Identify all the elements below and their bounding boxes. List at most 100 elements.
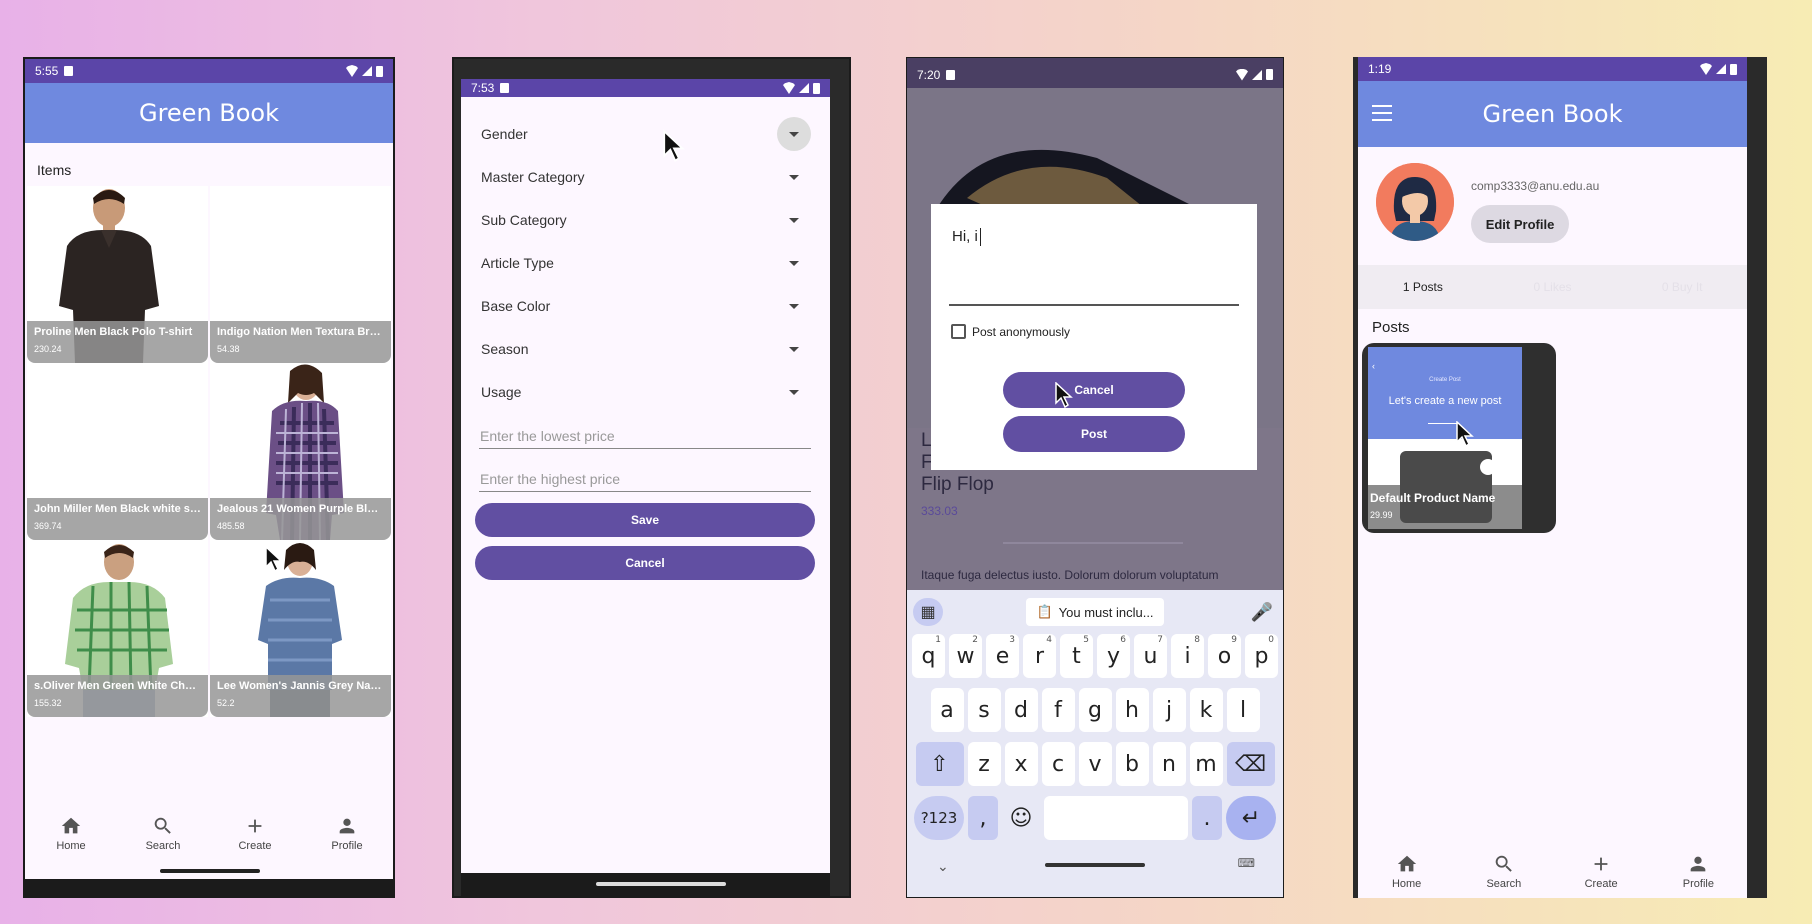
tab-posts[interactable]: 1 Posts — [1358, 265, 1488, 309]
chevron-down-icon[interactable] — [777, 289, 811, 323]
cancel-button[interactable]: Cancel — [475, 546, 815, 580]
key-u[interactable]: u7 — [1134, 634, 1167, 678]
comment-input[interactable]: Hi, i — [949, 224, 1239, 306]
key-q[interactable]: q1 — [912, 634, 945, 678]
key-t[interactable]: t5 — [1060, 634, 1093, 678]
key-n[interactable]: n — [1152, 742, 1186, 786]
nav-profile[interactable]: Profile — [312, 815, 382, 852]
dropdown-label: Master Category — [481, 169, 585, 185]
key-d[interactable]: d — [1004, 688, 1038, 732]
comma-key[interactable]: , — [968, 796, 998, 840]
key-w[interactable]: w2 — [949, 634, 982, 678]
nav-create[interactable]: Create — [220, 815, 290, 852]
avatar[interactable] — [1376, 163, 1454, 241]
nav-home[interactable]: Home — [1372, 853, 1442, 890]
dropdown-article-type[interactable]: Article Type — [481, 242, 811, 284]
key-a[interactable]: a — [930, 688, 964, 732]
item-card[interactable]: Indigo Nation Men Textura Bro... 54.38 — [210, 186, 391, 363]
chevron-down-icon[interactable] — [777, 160, 811, 194]
lowest-price-input[interactable]: Enter the lowest price — [479, 419, 811, 449]
chevron-down-icon[interactable] — [777, 332, 811, 366]
wifi-icon — [783, 82, 795, 94]
tab-likes[interactable]: 0 Likes — [1488, 265, 1618, 309]
key-b[interactable]: b — [1115, 742, 1149, 786]
dropdown-usage[interactable]: Usage — [481, 371, 811, 413]
dropdown-gender[interactable]: Gender — [481, 113, 811, 155]
chevron-down-icon[interactable] — [777, 375, 811, 409]
post-product-name: Default Product Name — [1370, 491, 1496, 505]
space-key[interactable] — [1044, 796, 1188, 840]
key-f[interactable]: f — [1041, 688, 1075, 732]
key-o[interactable]: o9 — [1208, 634, 1241, 678]
key-m[interactable]: m — [1189, 742, 1223, 786]
dropdown-label: Gender — [481, 126, 528, 142]
microphone-icon[interactable]: 🎤 — [1247, 602, 1277, 623]
signal-icon — [1252, 69, 1262, 80]
key-g[interactable]: g — [1078, 688, 1112, 732]
battery-icon — [376, 65, 383, 77]
item-price: 485.58 — [217, 521, 245, 531]
grid-icon[interactable]: ▦ — [913, 598, 943, 626]
thumbnail-header — [1368, 347, 1522, 439]
menu-icon[interactable] — [1372, 105, 1392, 121]
nav-home-label: Home — [1391, 878, 1422, 890]
item-card[interactable]: Proline Men Black Polo T-shirt 230.24 — [27, 186, 208, 363]
signal-icon — [799, 83, 809, 93]
key-j[interactable]: j — [1152, 688, 1186, 732]
key-l[interactable]: l — [1226, 688, 1260, 732]
item-card[interactable]: s.Oliver Men Green White Chec... 155.32 — [27, 540, 208, 717]
nav-search[interactable]: Search — [1469, 853, 1539, 890]
post-button[interactable]: Post — [1003, 416, 1185, 452]
dropdown-season[interactable]: Season — [481, 328, 811, 370]
chevron-down-icon[interactable] — [777, 203, 811, 237]
keyboard-switch-icon[interactable]: ⌨ — [1238, 856, 1255, 870]
save-button[interactable]: Save — [475, 503, 815, 537]
key-v[interactable]: v — [1078, 742, 1112, 786]
gesture-bar[interactable] — [1045, 863, 1145, 867]
key-s[interactable]: s — [967, 688, 1001, 732]
enter-key-icon[interactable]: ↵ — [1226, 796, 1276, 840]
period-key[interactable]: . — [1192, 796, 1222, 840]
post-card[interactable]: ‹ Create Post Let's create a new post De… — [1362, 343, 1556, 533]
divider — [1003, 542, 1183, 544]
emoji-key-icon[interactable]: ☺ — [1002, 796, 1040, 840]
profile-email: comp3333@anu.edu.au — [1471, 179, 1600, 193]
item-card[interactable]: Lee Women's Jannis Grey Navy... 52.2 — [210, 540, 391, 717]
edit-profile-button[interactable]: Edit Profile — [1471, 205, 1569, 243]
tab-buy-it[interactable]: 0 Buy It — [1617, 265, 1747, 309]
key-p[interactable]: p0 — [1245, 634, 1278, 678]
key-e[interactable]: e3 — [986, 634, 1019, 678]
item-card[interactable]: Jealous 21 Women Purple Blue... 485.58 — [210, 363, 391, 540]
gesture-bar[interactable] — [596, 882, 726, 886]
gesture-bar[interactable] — [160, 869, 260, 873]
key-y[interactable]: y6 — [1097, 634, 1130, 678]
dropdown-master-category[interactable]: Master Category — [481, 156, 811, 198]
nav-home[interactable]: Home — [36, 815, 106, 852]
cancel-button[interactable]: Cancel — [1003, 372, 1185, 408]
nav-search[interactable]: Search — [128, 815, 198, 852]
key-h[interactable]: h — [1115, 688, 1149, 732]
highest-price-input[interactable]: Enter the highest price — [479, 462, 811, 492]
item-card[interactable]: John Miller Men Black white sm... 369.74 — [27, 363, 208, 540]
status-time: 7:20 — [917, 67, 941, 82]
key-i[interactable]: i8 — [1171, 634, 1204, 678]
key-x[interactable]: x — [1004, 742, 1038, 786]
post-anonymously-checkbox[interactable] — [951, 324, 966, 339]
hide-keyboard-icon[interactable]: ⌄ — [937, 858, 949, 875]
nav-profile-label: Profile — [1682, 878, 1714, 890]
chevron-down-icon[interactable] — [777, 117, 811, 151]
dropdown-base-color[interactable]: Base Color — [481, 285, 811, 327]
key-k[interactable]: k — [1189, 688, 1223, 732]
post-anonymously-row[interactable]: Post anonymously — [951, 324, 1070, 339]
shift-key-icon[interactable]: ⇧ — [915, 742, 964, 786]
symbols-key[interactable]: ?123 — [914, 796, 964, 840]
chevron-down-icon[interactable] — [777, 246, 811, 280]
key-c[interactable]: c — [1041, 742, 1075, 786]
backspace-key-icon[interactable]: ⌫ — [1226, 742, 1275, 786]
nav-create[interactable]: Create — [1566, 853, 1636, 890]
clipboard-suggestion[interactable]: 📋 You must inclu... — [1026, 598, 1164, 626]
key-z[interactable]: z — [967, 742, 1001, 786]
key-r[interactable]: r4 — [1023, 634, 1056, 678]
nav-profile[interactable]: Profile — [1663, 853, 1733, 890]
dropdown-sub-category[interactable]: Sub Category — [481, 199, 811, 241]
